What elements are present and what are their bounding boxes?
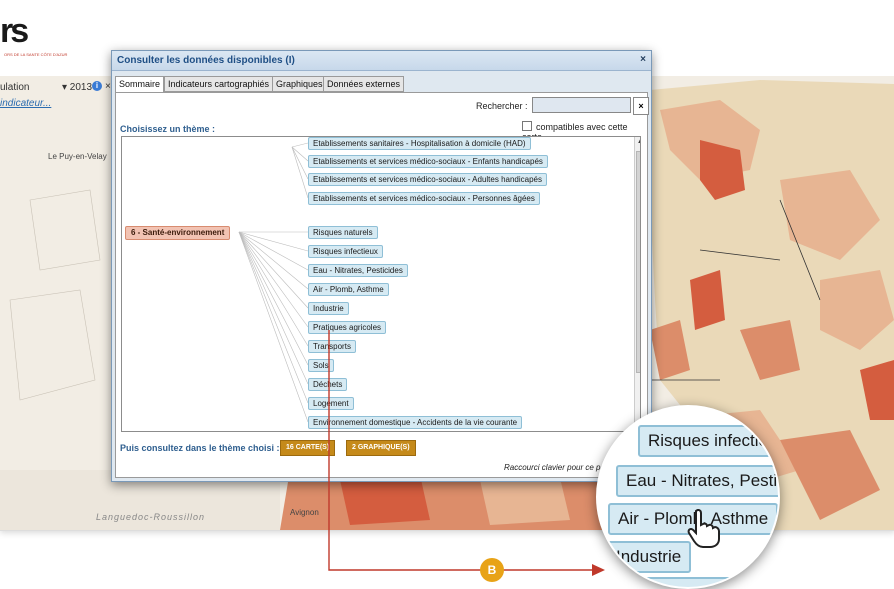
magnified-item: Risques infectieux bbox=[638, 425, 778, 457]
magnified-item: Eau - Nitrates, Pesticides bbox=[616, 465, 778, 497]
hand-pointer-icon bbox=[687, 509, 720, 548]
callout-badge: B bbox=[480, 558, 504, 582]
magnified-item: Pratiques agricoles bbox=[628, 577, 778, 587]
magnifier-callout: Risques infectieux Eau - Nitrates, Pesti… bbox=[596, 405, 780, 589]
magnified-item: Industrie bbox=[606, 541, 692, 573]
